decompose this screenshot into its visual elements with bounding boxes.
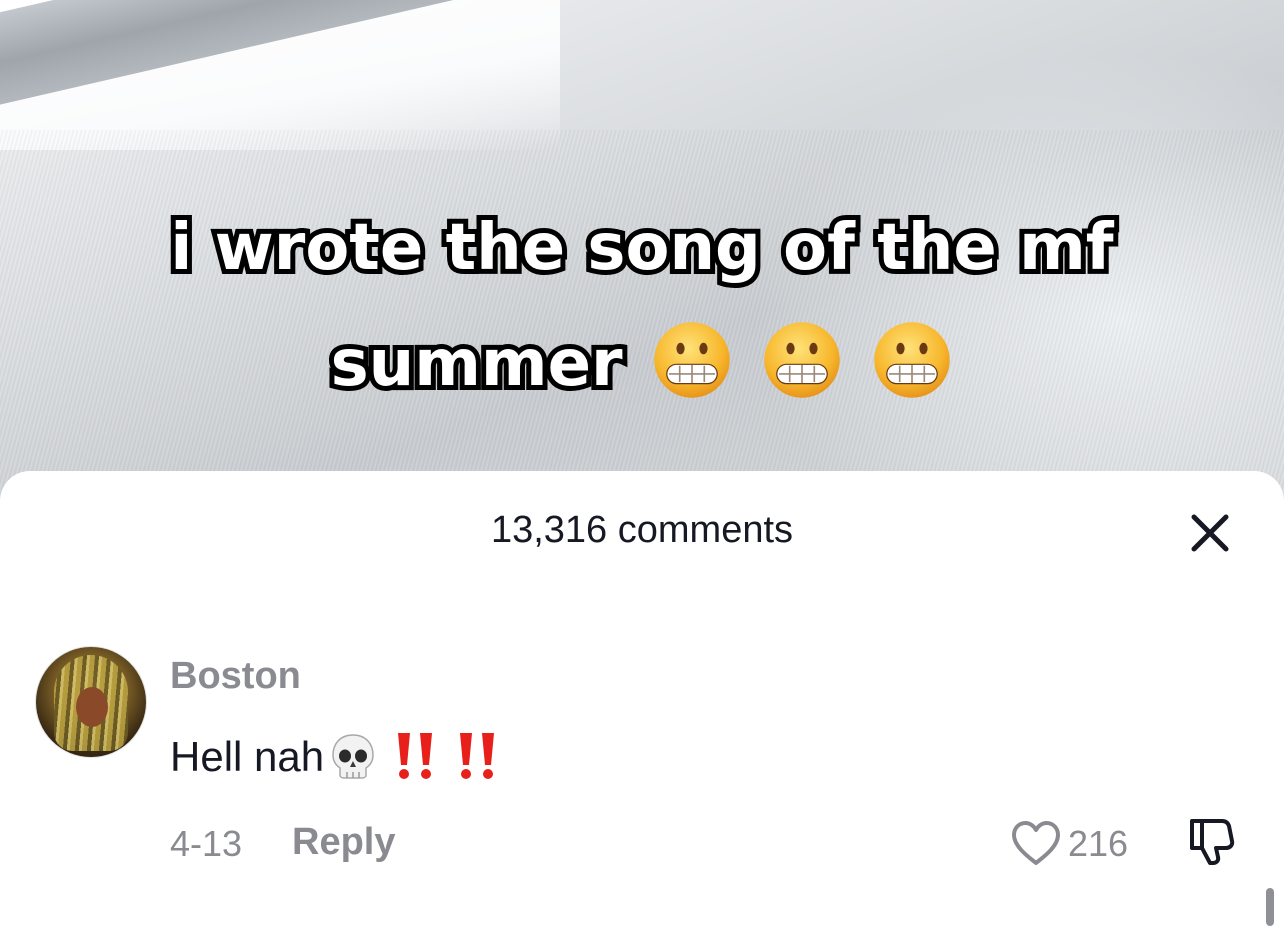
scrollbar[interactable] [1266,888,1274,926]
reply-button[interactable]: Reply [292,821,395,864]
comment-text-body: Hell nah [170,733,325,780]
comment-username[interactable]: Boston [170,655,301,698]
comment-text: Hell nah [170,729,502,785]
screen: i wrote the song of the mf summer 13,316… [0,0,1284,927]
avatar[interactable] [36,647,146,757]
comment-date: 4-13 [170,823,243,864]
double-exclamation-emoji-icon [460,733,495,779]
caption-line-2-text: summer [326,322,628,406]
avatar-face [76,687,108,727]
grimacing-face-emoji-icon [764,322,840,398]
like-count: 216 [1068,823,1129,864]
grimacing-face-emoji-icon [654,322,730,398]
close-icon[interactable] [1182,505,1238,561]
heart-outline-icon[interactable] [1010,819,1062,867]
double-exclamation-emoji-icon [398,733,433,779]
caption-line-2: summer [0,306,1284,422]
skull-emoji-icon [332,734,374,779]
video-caption: i wrote the song of the mf summer [0,190,1284,422]
comment-item: Boston Hell nah 4-13 Reply 216 [0,643,1284,883]
comments-count-title: 13,316 comments [490,509,794,551]
video-player[interactable]: i wrote the song of the mf summer [0,0,1284,520]
caption-line-1: i wrote the song of the mf [165,206,1118,290]
comments-sheet: 13,316 comments Boston Hell nah 4-13 Rep… [0,471,1284,927]
grimacing-face-emoji-icon [874,322,951,398]
thumbs-down-icon[interactable] [1186,815,1238,867]
